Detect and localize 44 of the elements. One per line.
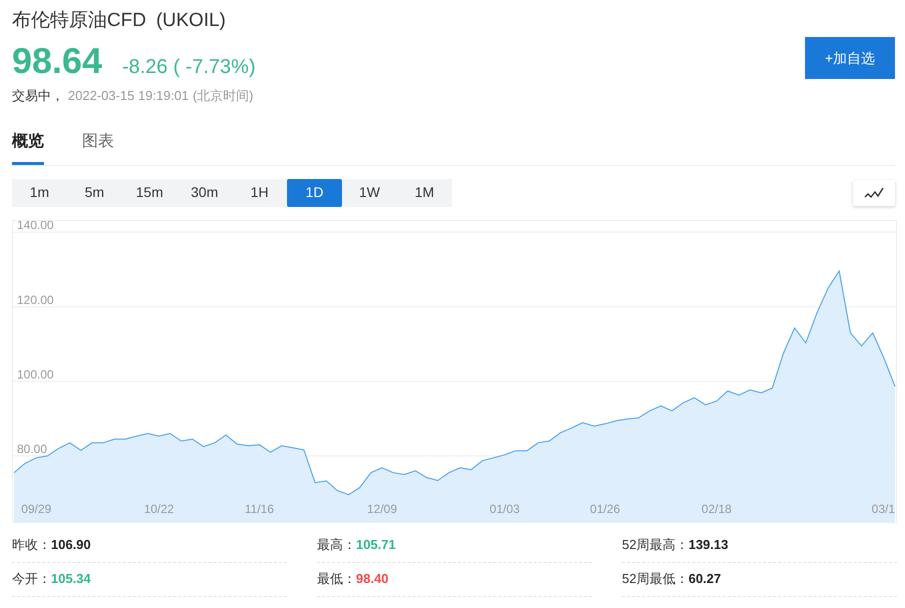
interval-button[interactable]: 5m bbox=[67, 178, 122, 206]
interval-button[interactable]: 1D bbox=[287, 178, 342, 206]
tab[interactable]: 图表 bbox=[82, 130, 114, 164]
interval-button[interactable]: 1W bbox=[342, 178, 397, 206]
instrument-name: 布伦特原油CFD bbox=[12, 9, 146, 33]
x-axis-label: 01/26 bbox=[590, 502, 620, 516]
x-axis-label: 01/03 bbox=[490, 502, 520, 516]
interval-button[interactable]: 1m bbox=[12, 178, 67, 206]
current-price: 98.64 bbox=[12, 42, 102, 80]
interval-button[interactable]: 1M bbox=[397, 178, 452, 206]
x-axis-label: 10/22 bbox=[144, 502, 174, 516]
timestamp: 2022-03-15 19:19:01 bbox=[68, 87, 189, 105]
price-change: -8.26 ( -7.73%) bbox=[122, 55, 256, 80]
y-axis-label: 120.00 bbox=[17, 292, 54, 306]
interval-button[interactable]: 30m bbox=[177, 178, 232, 206]
instrument-symbol: (UKOIL) bbox=[156, 9, 226, 33]
interval-button[interactable]: 15m bbox=[122, 178, 177, 206]
stat-value: 106.90 bbox=[51, 536, 91, 554]
stat-label: 52周最低： bbox=[622, 570, 688, 588]
y-axis-label: 140.00 bbox=[17, 220, 54, 232]
stat-label: 52周最高： bbox=[622, 536, 688, 554]
stat-label: 昨收： bbox=[12, 536, 51, 554]
y-axis-label: 100.00 bbox=[17, 366, 54, 381]
x-axis-label: 09/29 bbox=[21, 502, 52, 516]
trading-status: 交易中， bbox=[12, 87, 64, 105]
x-axis-label: 03/1 bbox=[872, 502, 895, 516]
stat-label: 最高： bbox=[317, 536, 356, 554]
y-axis-label: 80.00 bbox=[17, 441, 48, 456]
add-watchlist-button[interactable]: +加自选 bbox=[805, 37, 895, 79]
chart-type-button[interactable] bbox=[853, 180, 895, 206]
stat-value: 105.34 bbox=[51, 570, 91, 588]
x-axis-label: 11/16 bbox=[244, 502, 274, 516]
x-axis-label: 12/09 bbox=[367, 502, 398, 516]
stat-value: 139.13 bbox=[688, 536, 728, 554]
stat-value: 98.40 bbox=[356, 570, 389, 588]
timezone: (北京时间) bbox=[192, 87, 254, 105]
line-chart-icon bbox=[864, 186, 884, 200]
stat-value: 60.27 bbox=[688, 570, 722, 588]
stat-label: 最低： bbox=[317, 570, 356, 588]
stat-label: 今开： bbox=[12, 570, 51, 588]
stat-value: 105.71 bbox=[356, 536, 396, 554]
x-axis-label: 02/18 bbox=[702, 502, 732, 516]
interval-button[interactable]: 1H bbox=[232, 178, 287, 206]
tab[interactable]: 概览 bbox=[12, 130, 44, 164]
